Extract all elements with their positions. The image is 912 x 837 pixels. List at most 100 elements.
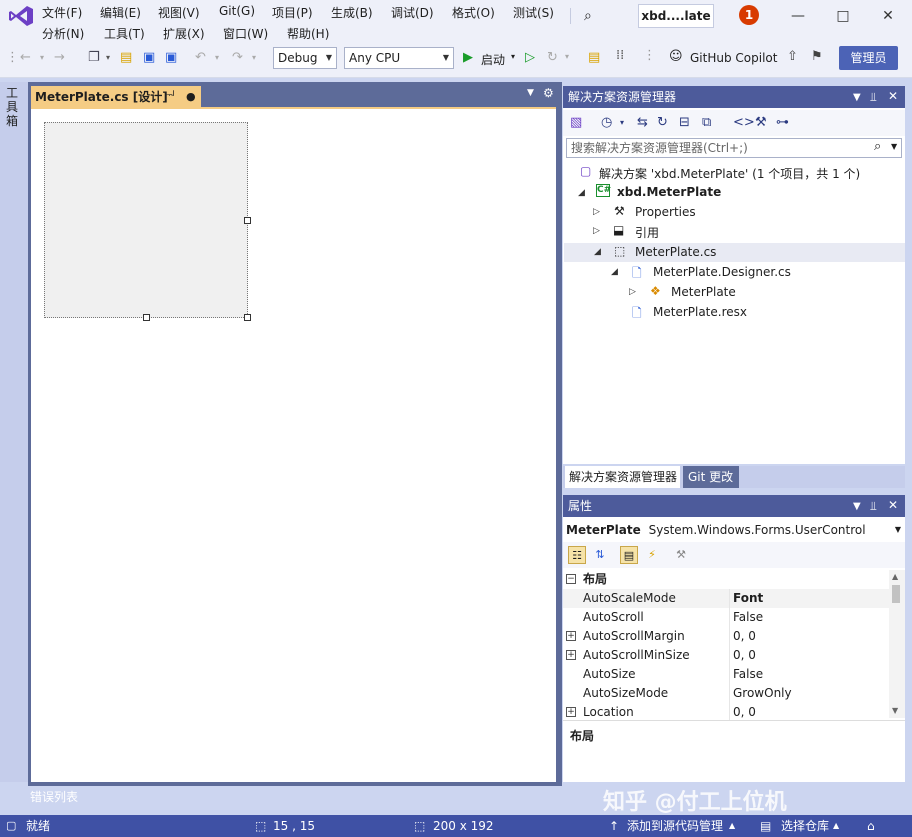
- close-icon[interactable]: ✕: [865, 4, 911, 28]
- tree-meterplate-cs[interactable]: MeterPlate.cs: [635, 245, 716, 259]
- minimize-icon[interactable]: —: [775, 4, 821, 28]
- source-control-icon[interactable]: ↑: [609, 815, 619, 837]
- menu-file[interactable]: 文件(F): [42, 4, 82, 21]
- add-to-source-control-button[interactable]: 添加到源代码管理: [627, 815, 723, 837]
- undo-dropdown-icon[interactable]: ▾: [215, 50, 219, 66]
- gear-icon[interactable]: ⚙: [543, 86, 554, 100]
- tree-references[interactable]: 引用: [635, 224, 659, 241]
- resize-handle-bottom[interactable]: [143, 314, 150, 321]
- maximize-icon[interactable]: □: [820, 4, 866, 28]
- share-icon[interactable]: ⇧: [787, 49, 798, 64]
- back-dropdown-icon[interactable]: ▾: [40, 50, 44, 66]
- expand-icon[interactable]: +: [566, 707, 576, 717]
- scroll-up-icon[interactable]: ▲: [892, 572, 898, 581]
- tree-resx[interactable]: MeterPlate.resx: [653, 305, 747, 319]
- sync-icon[interactable]: ⇆: [637, 115, 648, 130]
- github-copilot-button[interactable]: GitHub Copilot: [690, 51, 777, 65]
- menu-analyze[interactable]: 分析(N): [42, 25, 84, 42]
- menu-build[interactable]: 生成(B): [331, 4, 373, 21]
- menu-debug[interactable]: 调试(D): [391, 4, 434, 21]
- property-row[interactable]: + AutoScrollMargin 0, 0: [563, 627, 889, 646]
- bell-icon[interactable]: ⌂: [867, 815, 875, 837]
- preview-icon[interactable]: ⊶: [776, 115, 789, 130]
- pin-icon[interactable]: ⫫: [870, 499, 877, 514]
- wrench-icon[interactable]: ⚒: [755, 115, 767, 130]
- search-options-dropdown-icon[interactable]: ▼: [891, 142, 897, 151]
- menu-help[interactable]: 帮助(H): [287, 25, 329, 42]
- property-value[interactable]: 0, 0: [733, 646, 756, 665]
- collapse-icon[interactable]: −: [566, 574, 576, 584]
- start-button[interactable]: 启动: [481, 51, 505, 68]
- error-list-tab[interactable]: 错误列表: [28, 786, 128, 808]
- pin-icon[interactable]: ⫫: [870, 90, 877, 105]
- tab-git-changes[interactable]: Git 更改: [683, 466, 739, 488]
- menu-tools[interactable]: 工具(T): [104, 25, 145, 42]
- alphabetical-icon[interactable]: ⇅: [591, 546, 609, 564]
- scrollbar-thumb[interactable]: [892, 585, 900, 603]
- pin-icon[interactable]: ᅯ: [166, 86, 175, 108]
- chevron-up-icon[interactable]: ▲: [729, 815, 735, 837]
- tab-solution-explorer[interactable]: 解决方案资源管理器: [565, 466, 680, 488]
- categorized-icon[interactable]: ☷: [568, 546, 586, 564]
- chevron-up-icon[interactable]: ▲: [833, 815, 839, 837]
- hot-reload-dropdown-icon[interactable]: ▾: [565, 52, 569, 61]
- collapse-all-icon[interactable]: ⊟: [679, 115, 690, 130]
- property-value[interactable]: 0, 0: [733, 627, 756, 646]
- properties-icon[interactable]: ▤: [620, 546, 638, 564]
- menu-project[interactable]: 项目(P): [272, 4, 313, 21]
- notification-badge[interactable]: 1: [739, 5, 759, 25]
- start-dropdown-icon[interactable]: ▾: [511, 52, 515, 61]
- expand-icon[interactable]: +: [566, 650, 576, 660]
- property-value[interactable]: False: [733, 665, 763, 684]
- history-icon[interactable]: ◷: [601, 115, 612, 130]
- step-icon[interactable]: ⁞⁞: [616, 48, 624, 63]
- menu-extensions[interactable]: 扩展(X): [163, 25, 205, 42]
- close-icon[interactable]: ✕: [888, 89, 898, 103]
- feedback-icon[interactable]: ⚑: [811, 49, 823, 64]
- property-row[interactable]: + AutoScrollMinSize 0, 0: [563, 646, 889, 665]
- property-value[interactable]: GrowOnly: [733, 684, 792, 703]
- menu-test[interactable]: 测试(S): [513, 4, 554, 21]
- expanded-arrow-icon[interactable]: ◢: [578, 188, 585, 198]
- save-all-icon[interactable]: ▣: [165, 50, 177, 66]
- new-dropdown-icon[interactable]: ▾: [106, 50, 110, 66]
- tree-class-meterplate[interactable]: MeterPlate: [671, 285, 736, 299]
- code-view-icon[interactable]: <>: [733, 115, 755, 130]
- property-row[interactable]: AutoSizeMode GrowOnly: [563, 684, 889, 703]
- search-icon[interactable]: ⌕: [584, 8, 592, 24]
- expanded-arrow-icon[interactable]: ◢: [611, 267, 618, 277]
- search-icon[interactable]: ⌕: [874, 139, 881, 154]
- property-row[interactable]: AutoScroll False: [563, 608, 889, 627]
- property-row[interactable]: AutoSize False: [563, 665, 889, 684]
- object-selector[interactable]: MeterPlate System.Windows.Forms.UserCont…: [566, 520, 905, 540]
- back-icon[interactable]: ←: [20, 50, 31, 66]
- property-row[interactable]: AutoScaleMode Font: [563, 589, 889, 608]
- show-all-files-icon[interactable]: ⧉: [702, 115, 711, 130]
- repository-icon[interactable]: ▤: [760, 815, 771, 837]
- expand-icon[interactable]: +: [566, 631, 576, 641]
- solution-search-input[interactable]: 搜索解决方案资源管理器(Ctrl+;): [566, 138, 902, 158]
- redo-icon[interactable]: ↷: [232, 50, 243, 66]
- tree-properties[interactable]: Properties: [635, 205, 696, 219]
- admin-button[interactable]: 管理员: [839, 46, 898, 70]
- close-icon[interactable]: ✕: [888, 498, 898, 512]
- select-repository-button[interactable]: 选择仓库: [781, 815, 829, 837]
- tab-meterplate-designer[interactable]: MeterPlate.cs [设计] ᅯ ●: [31, 86, 201, 108]
- toolbox-tab[interactable]: 工具箱: [6, 86, 22, 128]
- menu-window[interactable]: 窗口(W): [223, 25, 268, 42]
- refresh-icon[interactable]: ↻: [657, 115, 668, 130]
- menu-edit[interactable]: 编辑(E): [100, 4, 141, 21]
- menu-view[interactable]: 视图(V): [158, 4, 200, 21]
- menu-git[interactable]: Git(G): [219, 4, 255, 18]
- undo-icon[interactable]: ↶: [195, 50, 206, 66]
- play-icon[interactable]: ▶: [463, 50, 473, 65]
- usercontrol-canvas[interactable]: [44, 122, 248, 318]
- collapsed-arrow-icon[interactable]: ▷: [593, 207, 600, 217]
- platform-select[interactable]: Any CPU ▼: [344, 47, 454, 69]
- property-category[interactable]: − 布局: [563, 570, 889, 589]
- tree-designer-cs[interactable]: MeterPlate.Designer.cs: [653, 265, 791, 279]
- tab-list-dropdown-icon[interactable]: ▼: [527, 88, 534, 98]
- scroll-down-icon[interactable]: ▼: [892, 706, 898, 715]
- tree-project[interactable]: xbd.MeterPlate: [617, 185, 721, 199]
- collapsed-arrow-icon[interactable]: ▷: [629, 287, 636, 297]
